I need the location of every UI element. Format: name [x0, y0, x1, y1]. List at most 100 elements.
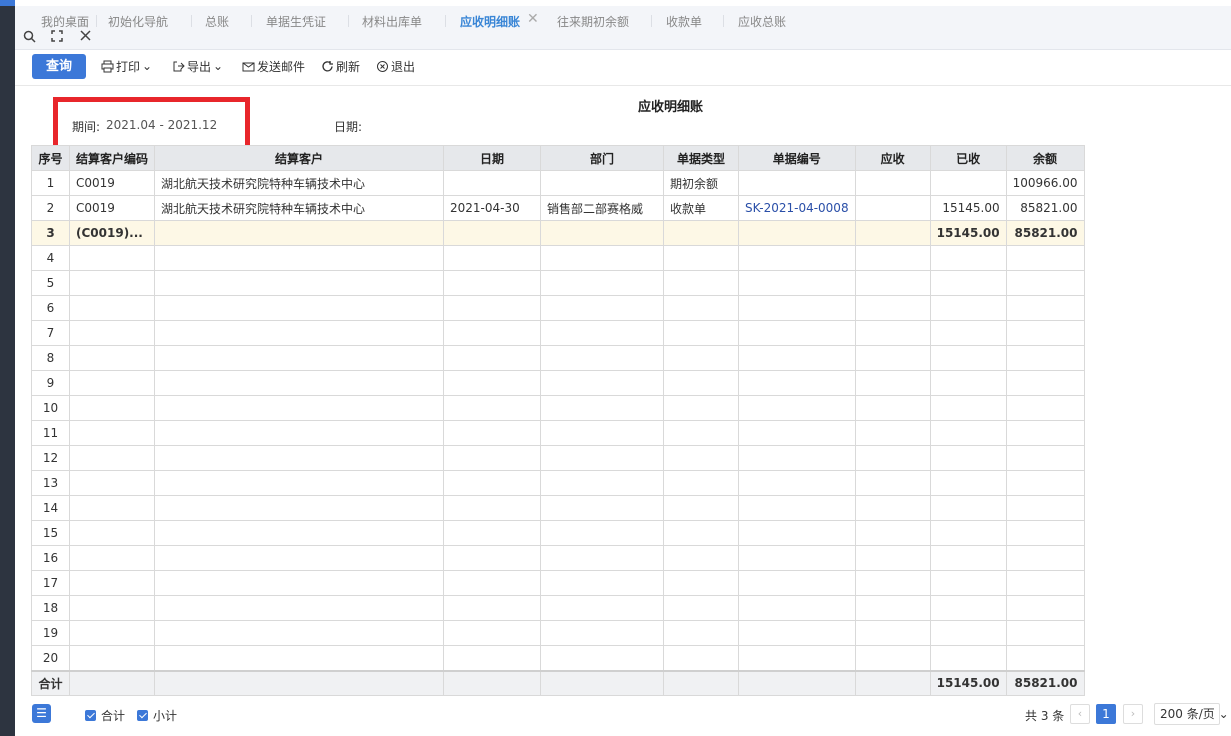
table-cell [540, 445, 665, 471]
search-icon[interactable] [22, 30, 36, 44]
table-cell [154, 220, 445, 246]
header-customer-code[interactable]: 结算客户编码 [68, 145, 156, 171]
page-size-select[interactable]: 200 条/页 ⌄ [1154, 703, 1229, 725]
tab-material-out[interactable]: 材料出库单 [362, 13, 422, 29]
table-cell [663, 570, 740, 596]
refresh-button[interactable]: 刷新 [321, 58, 360, 74]
prev-page-button[interactable]: ‹ [1070, 704, 1090, 724]
tab-opening-balance[interactable]: 往来期初余额 [557, 13, 629, 29]
table-cell [1005, 320, 1085, 346]
table-cell [68, 345, 156, 371]
table-cell [540, 645, 665, 671]
table-row[interactable]: 13 [31, 470, 1085, 496]
toolbar: 查询 打印 ⌄ 导出 ⌄ 发送邮件 刷新 退出 [15, 50, 1231, 86]
next-page-button[interactable]: › [1123, 704, 1143, 724]
send-email-button[interactable]: 发送邮件 [242, 58, 305, 74]
table-cell [443, 270, 542, 296]
close-icon[interactable] [78, 30, 92, 44]
table-row[interactable]: 8 [31, 345, 1085, 371]
tab-general-ledger[interactable]: 总账 [205, 13, 229, 29]
table-row[interactable]: 15 [31, 520, 1085, 546]
exit-button[interactable]: 退出 [376, 58, 415, 74]
maximize-icon[interactable] [50, 30, 64, 44]
table-cell [540, 270, 665, 296]
tab-voucher-gen[interactable]: 单据生凭证 [266, 13, 326, 29]
table-row[interactable]: 1 C0019 湖北航天技术研究院特种车辆技术中心 期初余额 100966.00 [31, 170, 1085, 196]
row-index: 6 [31, 295, 70, 321]
table-cell [68, 320, 156, 346]
refresh-label: 刷新 [336, 59, 361, 74]
table-row[interactable]: 17 [31, 570, 1085, 596]
table-row[interactable]: 9 [31, 370, 1085, 396]
table-row[interactable]: 10 [31, 395, 1085, 421]
query-button[interactable]: 查询 [32, 54, 86, 79]
table-cell [540, 570, 665, 596]
table-cell [1005, 570, 1085, 596]
table-cell [68, 520, 156, 546]
tab-close-icon[interactable]: ✕ [527, 11, 539, 27]
tab-my-desktop[interactable]: 我的桌面 [41, 13, 89, 29]
table-row[interactable]: 5 [31, 270, 1085, 296]
table-row[interactable]: 6 [31, 295, 1085, 321]
table-cell [68, 370, 156, 396]
table-cell[interactable]: SK-2021-04-0008 [738, 195, 856, 221]
table-cell [443, 620, 542, 646]
header-customer[interactable]: 结算客户 [154, 145, 445, 171]
header-date[interactable]: 日期 [443, 145, 542, 171]
table-cell [738, 570, 856, 596]
tab-receipt[interactable]: 收款单 [666, 13, 702, 29]
table-row[interactable]: 4 [31, 245, 1085, 271]
table-cell [540, 345, 665, 371]
table-cell [154, 345, 445, 371]
table-cell [854, 620, 931, 646]
table-row[interactable]: 14 [31, 495, 1085, 521]
print-button[interactable]: 打印 ⌄ [101, 58, 152, 74]
table-cell [854, 495, 931, 521]
subtotal-checkbox[interactable] [137, 710, 148, 721]
table-row[interactable]: 3 (C0019)... 15145.00 85821.00 [31, 220, 1085, 246]
header-balance[interactable]: 余额 [1005, 145, 1085, 171]
date-label: 日期: [334, 120, 363, 134]
table-cell [663, 395, 740, 421]
export-button[interactable]: 导出 ⌄ [172, 58, 223, 74]
row-index: 7 [31, 320, 70, 346]
table-row[interactable]: 12 [31, 445, 1085, 471]
header-doc-type[interactable]: 单据类型 [663, 145, 740, 171]
tab-ar-detail[interactable]: 应收明细账 [460, 13, 520, 29]
header-receivable[interactable]: 应收 [854, 145, 931, 171]
table-cell [68, 570, 156, 596]
table-row[interactable]: 20 [31, 645, 1085, 671]
header-index[interactable]: 序号 [31, 145, 70, 171]
table-cell [663, 470, 740, 496]
table-cell [929, 445, 1007, 471]
header-department[interactable]: 部门 [540, 145, 665, 171]
header-doc-no[interactable]: 单据编号 [738, 145, 856, 171]
total-balance: 85821.00 [1005, 669, 1085, 696]
table-cell [854, 195, 931, 221]
table-cell [68, 270, 156, 296]
tab-ar-summary[interactable]: 应收总账 [738, 13, 786, 29]
table-cell [154, 645, 445, 671]
table-cell [854, 669, 931, 696]
total-checkbox[interactable] [85, 710, 96, 721]
table-cell [443, 669, 542, 696]
table-row[interactable]: 11 [31, 420, 1085, 446]
table-cell [154, 245, 445, 271]
list-settings-icon[interactable]: ☰ [32, 704, 51, 723]
current-page-button[interactable]: 1 [1096, 704, 1116, 724]
table-row[interactable]: 16 [31, 545, 1085, 571]
tab-init-nav[interactable]: 初始化导航 [108, 13, 168, 29]
table-cell [663, 595, 740, 621]
table-row[interactable]: 2 C0019 湖北航天技术研究院特种车辆技术中心 2021-04-30 销售部二部赛格… [31, 195, 1085, 221]
record-count: 共 3 条 [1025, 709, 1065, 723]
table-cell: C0019 [68, 195, 156, 221]
table-row[interactable]: 18 [31, 595, 1085, 621]
table-row[interactable]: 19 [31, 620, 1085, 646]
table-cell [540, 495, 665, 521]
table-row[interactable]: 7 [31, 320, 1085, 346]
table-cell [854, 220, 931, 246]
table-cell: 15145.00 [929, 220, 1007, 246]
report-title: 应收明细账 [638, 100, 704, 115]
table-cell [154, 395, 445, 421]
header-received[interactable]: 已收 [929, 145, 1007, 171]
